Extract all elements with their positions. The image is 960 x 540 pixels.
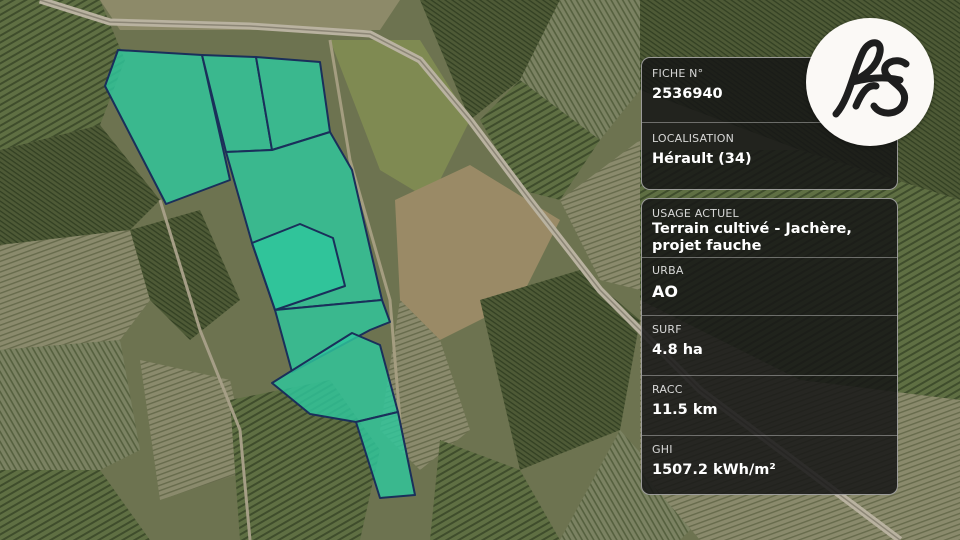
fs-logo-mark	[832, 39, 910, 118]
surf-value: 4.8 ha	[652, 342, 703, 358]
localisation-label: LOCALISATION	[652, 132, 735, 145]
usage-value: Terrain cultivé - Jachère, projet fauche	[652, 221, 852, 254]
urba-label: URBA	[652, 264, 684, 277]
usage-label: USAGE ACTUEL	[652, 207, 739, 220]
fs-monogram-logo	[806, 18, 934, 146]
parcel-details-card: USAGE ACTUEL Terrain cultivé - Jachère, …	[641, 198, 898, 495]
ghi-field: GHI 1507.2 kWh/m²	[642, 435, 897, 494]
urba-value: AO	[652, 282, 678, 301]
usage-field: USAGE ACTUEL Terrain cultivé - Jachère, …	[642, 199, 897, 257]
surf-field: SURF 4.8 ha	[642, 315, 897, 376]
racc-value: 11.5 km	[652, 402, 718, 418]
urba-field: URBA AO	[642, 257, 897, 316]
ghi-value: 1507.2 kWh/m²	[652, 462, 776, 478]
localisation-value: Hérault (34)	[652, 151, 752, 167]
racc-field: RACC 11.5 km	[642, 375, 897, 436]
racc-label: RACC	[652, 383, 683, 396]
ghi-label: GHI	[652, 443, 673, 456]
fiche-label: FICHE N°	[652, 67, 704, 80]
surf-label: SURF	[652, 323, 682, 336]
